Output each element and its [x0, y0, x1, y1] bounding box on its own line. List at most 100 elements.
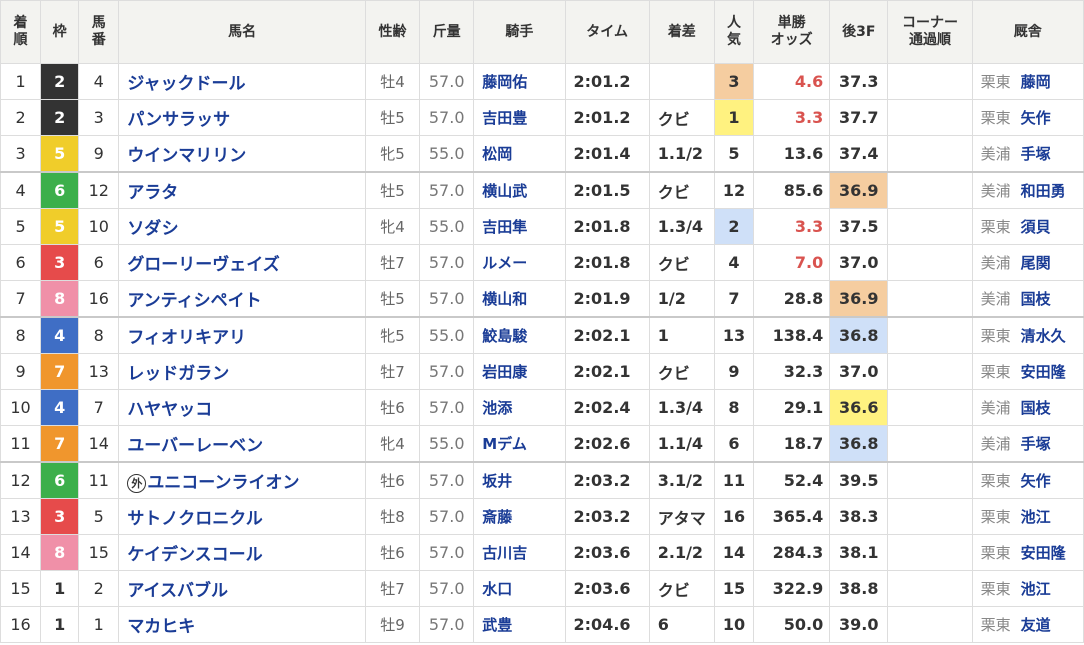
jockey-link[interactable]: 坂井 [482, 472, 512, 490]
horse-name-link[interactable]: マカヒキ [127, 617, 195, 637]
table-row: 14 8 15 ケイデンスコール 牡6 57.0 古川吉 2:03.6 2.1/2 14 284.3… [0, 534, 1084, 571]
rank-cell: 14 [0, 534, 42, 571]
trainer-link[interactable]: 安田隆 [1011, 363, 1066, 381]
waku-badge: 8 [40, 534, 80, 571]
horse-name-link[interactable]: ハヤヤッコ [127, 400, 212, 420]
header-time[interactable]: タイム [564, 0, 650, 64]
horse-name-link[interactable]: ウインマリリン [127, 146, 246, 166]
trainer-link[interactable]: 手塚 [1011, 145, 1051, 163]
trainer-link[interactable]: 友道 [1011, 616, 1051, 634]
umaban-cell: 5 [78, 498, 120, 535]
trainer-link[interactable]: 池江 [1011, 580, 1051, 598]
rank-cell: 1 [0, 63, 42, 100]
jockey-cell: 横山武 [473, 171, 566, 209]
trainer-link[interactable]: 和田勇 [1011, 182, 1066, 200]
header-rank[interactable]: 着順 [0, 0, 42, 64]
horse-name-link[interactable]: グローリーヴェイズ [127, 255, 280, 275]
umaban-cell: 15 [78, 534, 120, 571]
trainer-link[interactable]: 国枝 [1011, 399, 1051, 417]
jockey-link[interactable]: 岩田康 [482, 363, 527, 381]
odds-cell: 365.4 [752, 498, 831, 535]
corner-cell [887, 570, 973, 607]
jockey-link[interactable]: 藤岡佑 [482, 73, 527, 91]
umaban-cell: 6 [78, 244, 120, 281]
horse-name-cell: ジャックドール [118, 63, 366, 100]
header-jockey[interactable]: 騎手 [473, 0, 566, 64]
jockey-link[interactable]: 吉田隼 [482, 218, 527, 236]
jockey-link[interactable]: 水口 [482, 580, 512, 598]
header-weight[interactable]: 斤量 [419, 0, 475, 64]
sex-age-cell: 牡5 [364, 99, 421, 136]
jockey-link[interactable]: ルメー [482, 254, 527, 272]
header-margin[interactable]: 着差 [648, 0, 715, 64]
header-waku[interactable]: 枠 [40, 0, 80, 64]
trainer-link[interactable]: 矢作 [1011, 109, 1051, 127]
trainer-link[interactable]: 手塚 [1011, 435, 1051, 453]
trainer-link[interactable]: 尾関 [1011, 254, 1051, 272]
horse-name-link[interactable]: パンサラッサ [127, 110, 230, 130]
horse-name-link[interactable]: アラタ [127, 183, 178, 203]
header-corner[interactable]: コーナー 通過順 [887, 0, 973, 64]
umaban-cell: 10 [78, 208, 120, 245]
horse-name-link[interactable]: ケイデンスコール [127, 545, 262, 565]
header-popularity[interactable]: 人気 [713, 0, 755, 64]
weight-cell: 55.0 [419, 208, 475, 245]
trainer-link[interactable]: 藤岡 [1011, 73, 1051, 91]
header-odds[interactable]: 単勝 オッズ [752, 0, 831, 64]
jockey-link[interactable]: 斎藤 [482, 508, 512, 526]
last3f-cell: 38.3 [829, 498, 889, 535]
stable-region: 栗東 [980, 616, 1011, 634]
header-sexage[interactable]: 性齢 [364, 0, 421, 64]
margin-cell: クビ [648, 244, 715, 281]
jockey-link[interactable]: 吉田豊 [482, 109, 527, 127]
header-horse[interactable]: 馬名 [118, 0, 366, 64]
horse-name-link[interactable]: フィオリキアリ [127, 328, 246, 348]
jockey-link[interactable]: 横山和 [482, 290, 527, 308]
weight-cell: 57.0 [419, 389, 475, 426]
jockey-link[interactable]: 古川吉 [482, 544, 527, 562]
weight-cell: 57.0 [419, 606, 475, 643]
last3f-cell: 39.0 [829, 606, 889, 643]
trainer-link[interactable]: 国枝 [1011, 290, 1051, 308]
sex-age-cell: 牡7 [364, 244, 421, 281]
horse-name-cell: 外ユニコーンライオン [118, 461, 366, 499]
jockey-link[interactable]: 松岡 [482, 145, 512, 163]
horse-name-link[interactable]: レッドガラン [127, 364, 229, 384]
waku-badge: 1 [40, 570, 80, 607]
last3f-cell: 37.3 [829, 63, 889, 100]
horse-name-link[interactable]: サトノクロニクル [127, 509, 263, 529]
jockey-cell: 松岡 [473, 135, 566, 173]
weight-cell: 57.0 [419, 280, 475, 318]
trainer-link[interactable]: 須貝 [1011, 218, 1051, 236]
stable-cell: 美浦 手塚 [971, 135, 1084, 173]
jockey-cell: Mデム [473, 425, 566, 463]
header-umaban[interactable]: 馬番 [78, 0, 120, 64]
horse-name-link[interactable]: ユーバーレーベン [127, 436, 263, 456]
trainer-link[interactable]: 池江 [1011, 508, 1051, 526]
horse-name-link[interactable]: アイスバブル [127, 581, 228, 601]
horse-name-link[interactable]: ユニコーンライオン [147, 473, 299, 493]
rank-cell: 8 [0, 316, 42, 354]
jockey-link[interactable]: 武豊 [482, 616, 512, 634]
jockey-link[interactable]: 横山武 [482, 182, 527, 200]
jockey-link[interactable]: Mデム [482, 435, 527, 453]
jockey-cell: 古川吉 [473, 534, 566, 571]
waku-badge: 8 [40, 280, 80, 318]
sex-age-cell: 牡8 [364, 498, 421, 535]
trainer-link[interactable]: 矢作 [1011, 472, 1051, 490]
header-last3f[interactable]: 後3F [829, 0, 889, 64]
rank-cell: 5 [0, 208, 42, 245]
umaban-cell: 12 [78, 171, 120, 209]
trainer-link[interactable]: 清水久 [1011, 327, 1066, 345]
horse-name-link[interactable]: ソダシ [127, 219, 178, 239]
popularity-cell: 13 [713, 316, 755, 354]
umaban-cell: 8 [78, 316, 120, 354]
horse-name-link[interactable]: ジャックドール [127, 74, 245, 94]
stable-region: 美浦 [980, 145, 1011, 163]
horse-name-cell: アンティシペイト [118, 280, 366, 318]
jockey-link[interactable]: 池添 [482, 399, 512, 417]
horse-name-link[interactable]: アンティシペイト [127, 291, 261, 311]
header-stable[interactable]: 厩舎 [971, 0, 1084, 64]
trainer-link[interactable]: 安田隆 [1011, 544, 1066, 562]
jockey-link[interactable]: 鮫島駿 [482, 327, 527, 345]
